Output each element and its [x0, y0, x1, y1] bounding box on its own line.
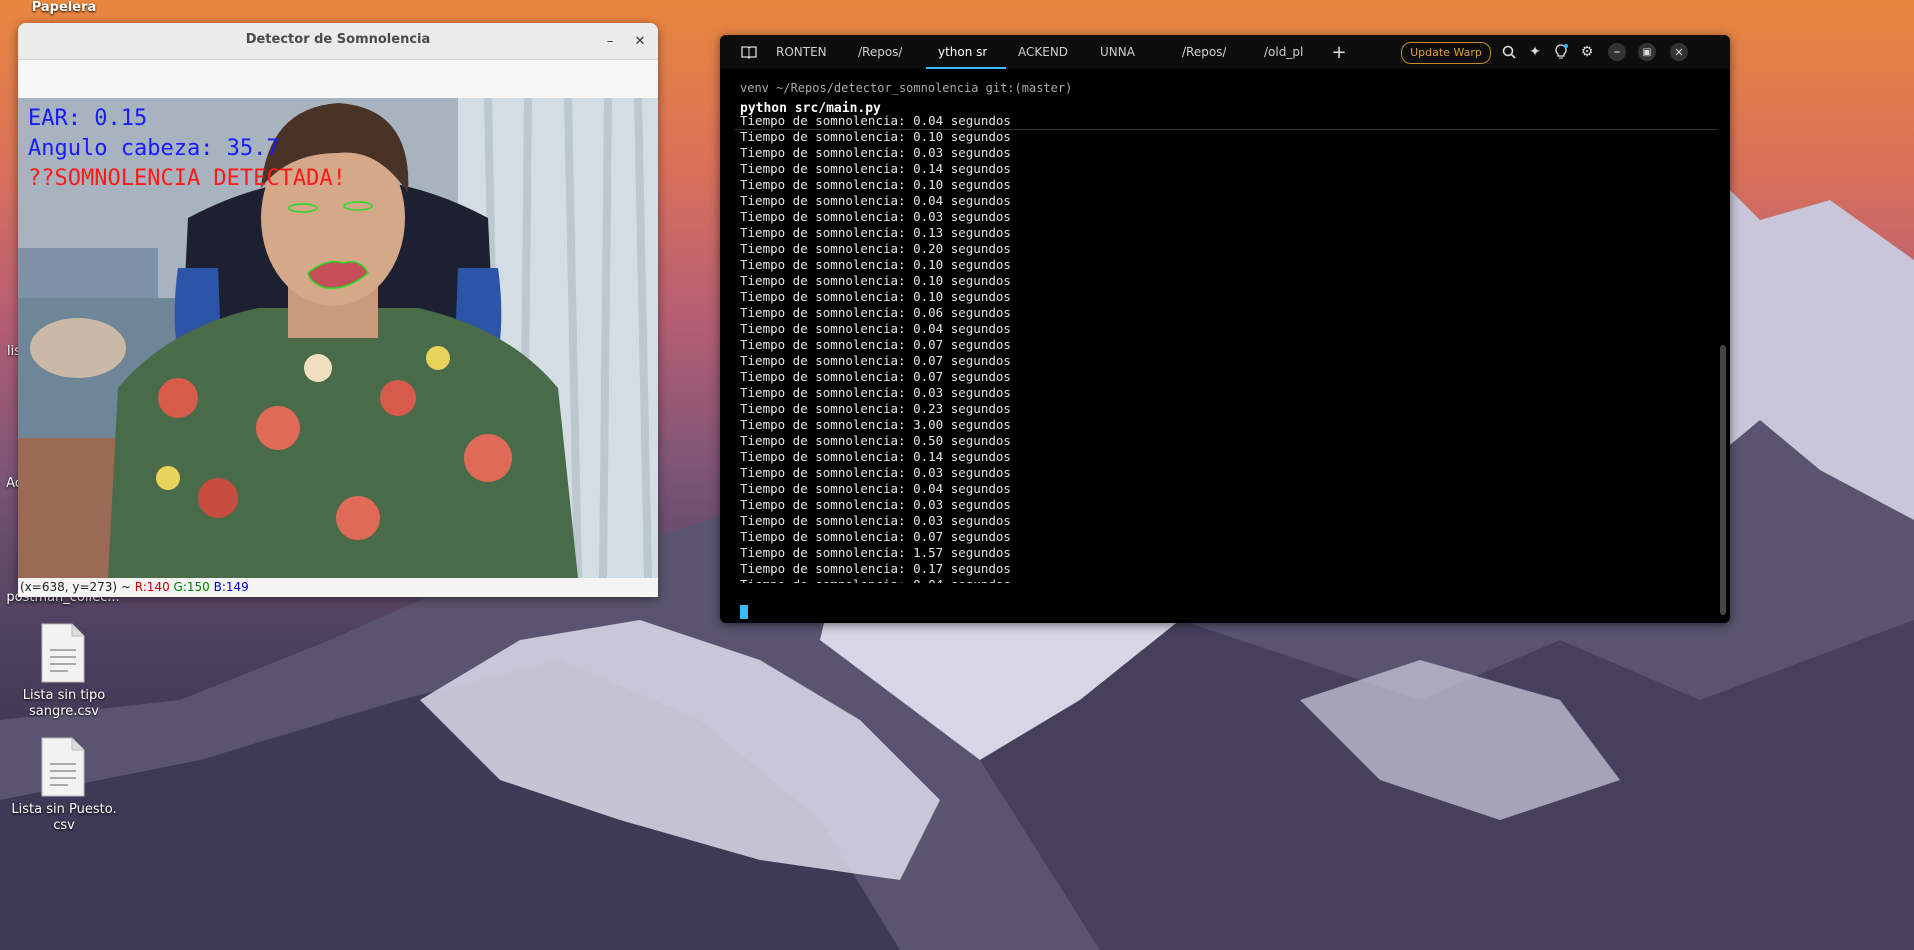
book-icon[interactable] [740, 43, 758, 61]
output-line: Tiempo de somnolencia: 0.07 segundos [740, 369, 1011, 384]
output-line: Tiempo de somnolencia: 0.06 segundos [740, 305, 1011, 320]
output-line: Tiempo de somnolencia: 0.20 segundos [740, 241, 1011, 256]
warp-terminal-window[interactable]: RONTEN /Repos/ ython sr ACKEND UNNA /Rep… [720, 35, 1730, 623]
window-titlebar[interactable]: Detector de Somnolencia – ✕ [18, 23, 658, 60]
cursor-coords: (x=638, y=273) ~ [20, 580, 135, 594]
output-line: Tiempo de somnolencia: 0.03 segundos [740, 145, 1011, 160]
pixel-red-value: R:140 [134, 580, 170, 594]
terminal-tab[interactable]: ACKEND [1018, 35, 1068, 69]
active-tab-indicator [926, 67, 1006, 69]
output-line: Tiempo de somnolencia: 1.57 segundos [740, 545, 1011, 560]
close-icon[interactable]: ✕ [1670, 43, 1688, 61]
minimize-icon[interactable]: – [1608, 43, 1626, 61]
gear-icon[interactable]: ⚙ [1578, 43, 1596, 61]
pixel-blue-value: B:149 [213, 580, 249, 594]
new-tab-icon[interactable]: + [1330, 42, 1348, 63]
output-line: Tiempo de somnolencia: 0.10 segundos [740, 289, 1011, 304]
output-line: Tiempo de somnolencia: 0.03 segundos [740, 465, 1011, 480]
output-line: Tiempo de somnolencia: 0.04 segundos [740, 481, 1011, 496]
viewer-toolbar [18, 60, 658, 98]
ai-sparkle-icon[interactable]: ✦ [1526, 43, 1544, 61]
command-output: Tiempo de somnolencia: 0.04 segundos Tiem… [740, 113, 1011, 583]
output-line: Tiempo de somnolencia: 0.50 segundos [740, 433, 1011, 448]
output-line: Tiempo de somnolencia: 0.03 segundos [740, 513, 1011, 528]
output-line: Tiempo de somnolencia: 0.04 segundos [740, 113, 1011, 128]
output-line: Tiempo de somnolencia: 0.10 segundos [740, 177, 1011, 192]
head-angle-readout: Angulo cabeza: 35.7 [28, 136, 280, 161]
webcam-frame: EAR: 0.15 Angulo cabeza: 35.7 ??SOMNOLEN… [18, 98, 658, 578]
output-line: Tiempo de somnolencia: 0.07 segundos [740, 353, 1011, 368]
output-line: Tiempo de somnolencia: 0.03 segundos [740, 497, 1011, 512]
csv-file-label-line: csv [53, 818, 75, 833]
pixel-status-bar: (x=638, y=273) ~ R:140 G:150 B:149 [18, 578, 658, 597]
csv-file-label-line: Lista sin tipo [22, 688, 106, 703]
search-icon[interactable] [1500, 43, 1518, 61]
output-line: Tiempo de somnolencia: 0.13 segundos [740, 225, 1011, 240]
output-line: Tiempo de somnolencia: 0.04 segundos [740, 321, 1011, 336]
output-line: Tiempo de somnolencia: 0.03 segundos [740, 385, 1011, 400]
terminal-tab[interactable]: /Repos/ [858, 35, 902, 69]
input-cursor[interactable] [740, 605, 748, 619]
output-line: Tiempo de somnolencia: 0.07 segundos [740, 337, 1011, 352]
prompt-context: venv ~/Repos/detector_somnolencia git:(m… [740, 81, 1073, 95]
maximize-icon[interactable]: ▣ [1638, 43, 1656, 61]
output-line: Tiempo de somnolencia: 0.10 segundos [740, 257, 1011, 272]
csv-file-icon[interactable] [40, 622, 86, 684]
terminal-tab[interactable]: /Repos/ [1182, 35, 1226, 69]
terminal-tab[interactable]: /old_pl [1264, 35, 1303, 69]
output-line: Tiempo de somnolencia: 0.23 segundos [740, 401, 1011, 416]
output-line: Tiempo de somnolencia: 0.10 segundos [740, 129, 1011, 144]
drowsiness-alert: ??SOMNOLENCIA DETECTADA! [28, 166, 346, 191]
terminal-tab[interactable]: UNNA [1100, 35, 1135, 69]
pixel-green-value: G:150 [173, 580, 210, 594]
output-line: Tiempo de somnolencia: 0.17 segundos [740, 561, 1011, 576]
output-line: Tiempo de somnolencia: 0.14 segundos [740, 449, 1011, 464]
detector-window[interactable]: Detector de Somnolencia – ✕ EAR: 0.15 An… [18, 23, 658, 597]
output-line: Tiempo de somnolencia: 0.03 segundos [740, 209, 1011, 224]
update-warp-button[interactable]: Update Warp [1401, 42, 1491, 64]
scrollbar[interactable] [1720, 345, 1726, 615]
output-line: Tiempo de somnolencia: 0.10 segundos [740, 273, 1011, 288]
csv-file-icon[interactable] [40, 736, 86, 798]
close-icon[interactable]: ✕ [630, 31, 650, 51]
output-line: Tiempo de somnolencia: 0.07 segundos [740, 529, 1011, 544]
window-title: Detector de Somnolencia [245, 32, 431, 47]
output-line: Tiempo de somnolencia: 3.00 segundos [740, 417, 1011, 432]
terminal-tab[interactable]: RONTEN [776, 35, 827, 69]
terminal-tab-bar: RONTEN /Repos/ ython sr ACKEND UNNA /Rep… [720, 35, 1730, 69]
minimize-icon[interactable]: – [600, 31, 620, 51]
terminal-tab-active[interactable]: ython sr [938, 35, 987, 69]
csv-file-label-line: Lista sin Puesto. [11, 802, 117, 817]
csv-file-label[interactable]: Lista sin tipo sangre.csv [10, 688, 118, 720]
output-line: Tiempo de somnolencia: 0.04 segundos [740, 577, 1011, 583]
trash-label[interactable]: Papelera [20, 0, 108, 16]
lightbulb-icon[interactable] [1552, 43, 1570, 61]
output-line: Tiempo de somnolencia: 0.14 segundos [740, 161, 1011, 176]
csv-file-label[interactable]: Lista sin Puesto. csv [6, 802, 122, 834]
csv-file-label-line: sangre.csv [28, 704, 100, 719]
ear-readout: EAR: 0.15 [28, 106, 148, 131]
output-line: Tiempo de somnolencia: 0.04 segundos [740, 193, 1011, 208]
